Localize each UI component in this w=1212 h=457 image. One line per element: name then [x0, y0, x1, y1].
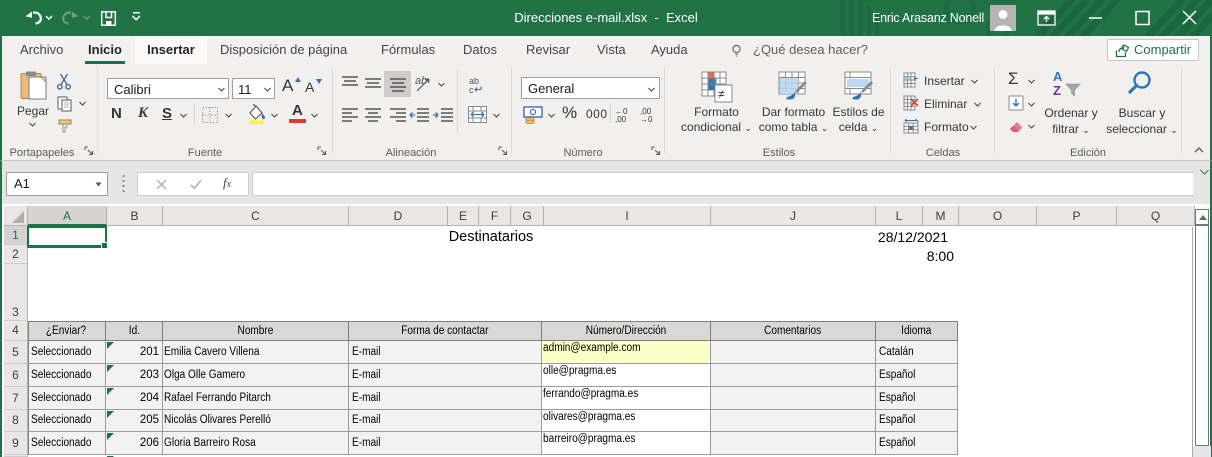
svg-text:,00: ,00 [615, 115, 627, 123]
svg-text:A: A [1053, 70, 1063, 84]
svg-text:0: 0 [648, 115, 653, 123]
svg-text:c: c [469, 85, 474, 95]
svg-text:→: → [640, 115, 648, 123]
svg-text:≠: ≠ [718, 87, 725, 101]
svg-text:ab: ab [415, 75, 427, 87]
svg-text:Z: Z [1053, 83, 1061, 98]
